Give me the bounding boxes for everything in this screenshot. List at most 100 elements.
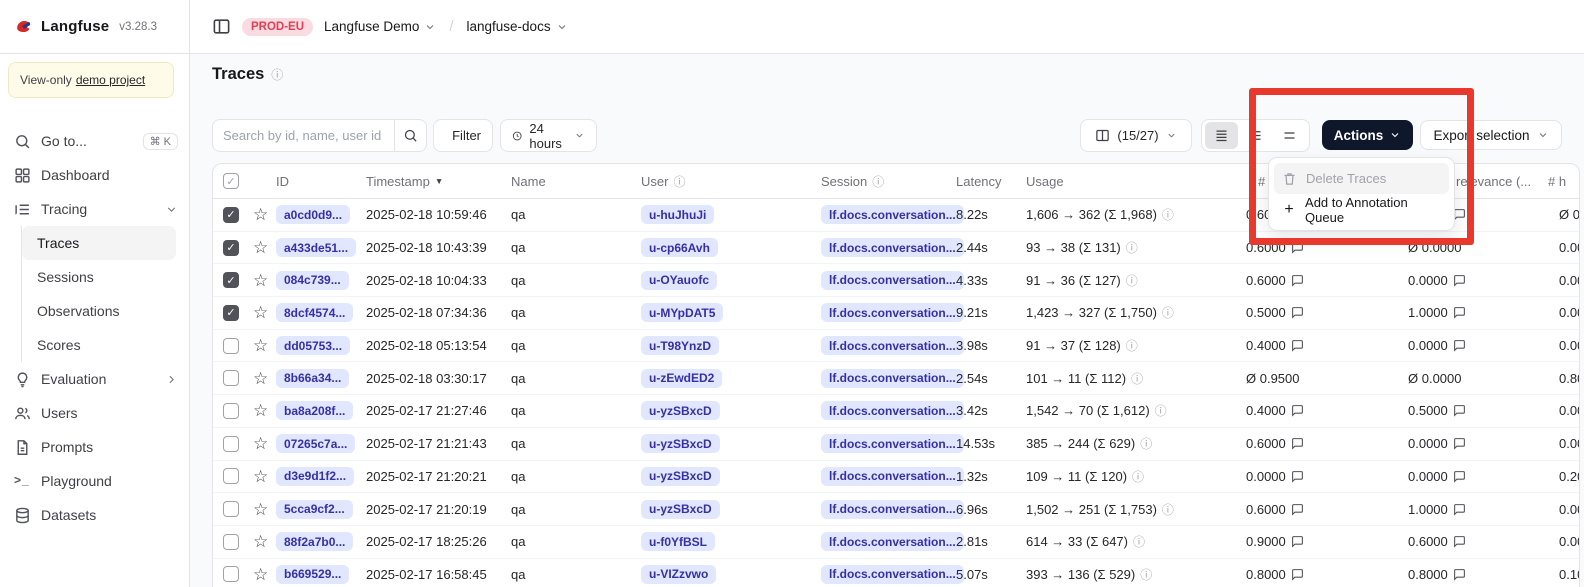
checkbox[interactable]: ✓ (223, 305, 239, 321)
demo-project-link[interactable]: demo project (76, 73, 145, 87)
star-icon[interactable]: ☆ (253, 566, 268, 583)
star-icon[interactable]: ☆ (253, 337, 268, 354)
trace-id-badge[interactable]: 07265c7a... (276, 434, 355, 453)
star-icon[interactable]: ☆ (253, 402, 268, 419)
export-selection-button[interactable]: Export selection (1420, 120, 1562, 150)
actions-button[interactable]: Actions (1322, 120, 1413, 150)
org-switcher[interactable]: Langfuse Demo (324, 19, 436, 34)
session-id-badge[interactable]: lf.docs.conversation... (821, 205, 964, 224)
user-id-badge[interactable]: u-cp66Avh (641, 238, 718, 257)
star-icon[interactable]: ☆ (253, 304, 268, 321)
star-icon[interactable]: ☆ (253, 468, 268, 485)
user-id-badge[interactable]: u-yzSBxcD (641, 434, 720, 453)
user-id-badge[interactable]: u-OYauofc (641, 271, 717, 290)
checkbox[interactable] (223, 468, 239, 484)
sidebar-toggle-icon[interactable] (212, 17, 231, 36)
filter-button[interactable]: Filter (433, 119, 493, 152)
sidebar-item-datasets[interactable]: Datasets (0, 498, 190, 532)
column-header-score-3[interactable]: # h (1548, 164, 1566, 198)
user-id-badge[interactable]: u-zEwdED2 (641, 369, 722, 388)
sidebar-item-observations[interactable]: Observations (22, 294, 176, 328)
user-id-badge[interactable]: u-MYpDAT5 (641, 303, 723, 322)
time-range-button[interactable]: 24 hours (500, 119, 597, 152)
session-id-badge[interactable]: lf.docs.conversation... (821, 238, 964, 257)
user-id-badge[interactable]: u-yzSBxcD (641, 500, 720, 519)
column-header-timestamp[interactable]: Timestamp▼ (366, 164, 443, 198)
checkbox[interactable] (223, 566, 239, 582)
search-submit-icon[interactable] (394, 120, 426, 151)
star-icon[interactable]: ☆ (253, 501, 268, 518)
star-icon[interactable]: ☆ (253, 370, 268, 387)
sidebar-item-tracing[interactable]: Tracing (0, 192, 190, 226)
checkbox[interactable] (223, 338, 239, 354)
trace-id-badge[interactable]: 88f2a7b0... (276, 532, 353, 551)
trace-row[interactable]: ☆ba8a208f...2025-02-17 21:27:46qau-yzSBx… (213, 395, 1579, 428)
trace-row[interactable]: ☆d3e9d1f2...2025-02-17 21:20:21qau-yzSBx… (213, 461, 1579, 494)
trace-id-badge[interactable]: 5cca9cf2... (276, 500, 353, 519)
sidebar-item-traces[interactable]: Traces (22, 226, 176, 260)
user-id-badge[interactable]: u-f0YfBSL (641, 532, 715, 551)
row-height-medium-button[interactable] (1239, 122, 1272, 149)
trace-row[interactable]: ✓☆a433de51...2025-02-18 10:43:39qau-cp66… (213, 232, 1579, 265)
column-visibility-button[interactable]: (15/27) (1080, 119, 1192, 152)
row-height-large-button[interactable] (1273, 122, 1306, 149)
user-id-badge[interactable]: u-yzSBxcD (641, 401, 720, 420)
sidebar-item-dashboard[interactable]: Dashboard (0, 158, 190, 192)
session-id-badge[interactable]: lf.docs.conversation... (821, 565, 964, 584)
checkbox[interactable]: ✓ (223, 173, 239, 189)
checkbox[interactable]: ✓ (223, 272, 239, 288)
search-input[interactable] (213, 120, 394, 151)
session-id-badge[interactable]: lf.docs.conversation... (821, 336, 964, 355)
column-header-user[interactable]: Userⓘ (641, 164, 685, 198)
sidebar-item-prompts[interactable]: Prompts (0, 430, 190, 464)
user-id-badge[interactable]: u-yzSBxcD (641, 467, 720, 486)
trace-row[interactable]: ✓☆084c739...2025-02-18 10:04:33qau-OYauo… (213, 264, 1579, 297)
session-id-badge[interactable]: lf.docs.conversation... (821, 369, 964, 388)
column-header-latency[interactable]: Latency (956, 164, 1002, 198)
column-header-id[interactable]: ID (276, 164, 289, 198)
menu-item-delete-traces[interactable]: Delete Traces (1274, 163, 1449, 194)
sidebar-item-goto[interactable]: Go to... ⌘ K (0, 124, 190, 158)
session-id-badge[interactable]: lf.docs.conversation... (821, 532, 964, 551)
star-icon[interactable]: ☆ (253, 435, 268, 452)
user-id-badge[interactable]: u-huJhuJi (641, 205, 714, 224)
user-id-badge[interactable]: u-VIZzvwo (641, 565, 716, 584)
checkbox[interactable] (223, 403, 239, 419)
column-header-score-1[interactable]: # (1258, 164, 1265, 198)
trace-row[interactable]: ☆88f2a7b0...2025-02-17 18:25:26qau-f0YfB… (213, 526, 1579, 559)
row-height-small-button[interactable] (1205, 122, 1238, 149)
trace-id-badge[interactable]: b669529... (276, 565, 349, 584)
trace-id-badge[interactable]: ba8a208f... (276, 401, 353, 420)
checkbox[interactable]: ✓ (223, 207, 239, 223)
trace-id-badge[interactable]: a433de51... (276, 238, 356, 257)
session-id-badge[interactable]: lf.docs.conversation... (821, 401, 964, 420)
menu-item-add-to-annotation-queue[interactable]: + Add to Annotation Queue (1274, 194, 1449, 225)
trace-id-badge[interactable]: 8b66a34... (276, 369, 349, 388)
trace-row[interactable]: ☆dd05753...2025-02-18 05:13:54qau-T98Ynz… (213, 330, 1579, 363)
checkbox[interactable] (223, 370, 239, 386)
sidebar-item-scores[interactable]: Scores (22, 328, 176, 362)
select-all-checkbox[interactable]: ✓ (223, 164, 239, 198)
star-icon[interactable]: ☆ (253, 239, 268, 256)
column-header-name[interactable]: Name (511, 164, 546, 198)
checkbox[interactable] (223, 436, 239, 452)
star-icon[interactable]: ☆ (253, 533, 268, 550)
star-icon[interactable]: ☆ (253, 206, 268, 223)
sidebar-item-users[interactable]: Users (0, 396, 190, 430)
checkbox[interactable] (223, 501, 239, 517)
column-header-usage[interactable]: Usage (1026, 164, 1064, 198)
column-header-score-2[interactable]: relevance (... (1456, 164, 1531, 198)
session-id-badge[interactable]: lf.docs.conversation... (821, 500, 964, 519)
session-id-badge[interactable]: lf.docs.conversation... (821, 467, 964, 486)
session-id-badge[interactable]: lf.docs.conversation... (821, 303, 964, 322)
star-icon[interactable]: ☆ (253, 272, 268, 289)
trace-row[interactable]: ☆5cca9cf2...2025-02-17 21:20:19qau-yzSBx… (213, 493, 1579, 526)
column-header-session[interactable]: Sessionⓘ (821, 164, 884, 198)
trace-row[interactable]: ☆8b66a34...2025-02-18 03:30:17qau-zEwdED… (213, 362, 1579, 395)
session-id-badge[interactable]: lf.docs.conversation... (821, 271, 964, 290)
user-id-badge[interactable]: u-T98YnzD (641, 336, 719, 355)
checkbox[interactable] (223, 534, 239, 550)
sidebar-item-sessions[interactable]: Sessions (22, 260, 176, 294)
trace-id-badge[interactable]: 8dcf4574... (276, 303, 353, 322)
session-id-badge[interactable]: lf.docs.conversation... (821, 434, 964, 453)
